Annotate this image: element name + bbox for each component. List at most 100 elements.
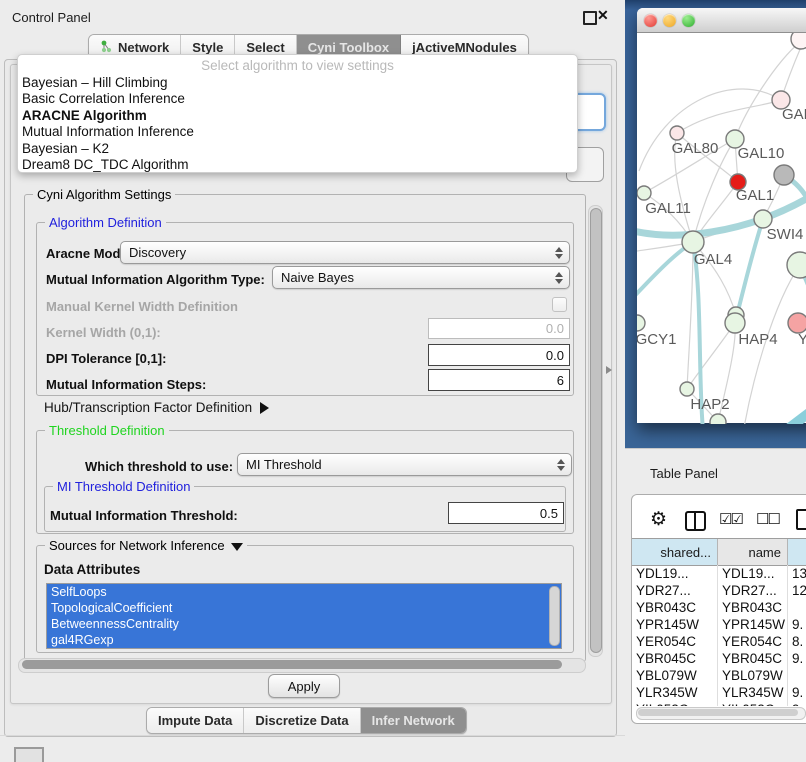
table-cell[interactable]: YBR043C	[718, 599, 788, 616]
table-row[interactable]: YDR27...YDR27...12	[632, 582, 806, 599]
table-cell[interactable]: YDL19...	[718, 565, 788, 582]
column-header-shared-name[interactable]: shared...	[632, 539, 718, 565]
network-node-gcy1[interactable]	[637, 315, 645, 331]
table-cell[interactable]: YDL19...	[632, 565, 718, 582]
table-cell[interactable]: YPR145W	[632, 616, 718, 633]
table-row[interactable]: YLR345WYLR345W9.	[632, 684, 806, 701]
table-cell[interactable]: YBR045C	[718, 650, 788, 667]
tab-impute-data[interactable]: Impute Data	[147, 708, 244, 733]
network-edge[interactable]	[677, 100, 781, 133]
dpi-tolerance-field[interactable]: 0.0	[428, 344, 570, 366]
table-cell[interactable]: 8.	[788, 633, 806, 650]
close-window-icon[interactable]	[644, 14, 657, 27]
table-cell[interactable]: YLR345W	[632, 684, 718, 701]
hub-definition-expander[interactable]: Hub/Transcription Factor Definition	[44, 400, 269, 415]
table-row[interactable]: YBL079WYBL079W	[632, 667, 806, 684]
list-item[interactable]: BetweennessCentrality	[47, 616, 561, 632]
tab-discretize-data[interactable]: Discretize Data	[244, 708, 360, 733]
table-cell[interactable]: YER054C	[632, 633, 718, 650]
apply-button[interactable]: Apply	[268, 674, 340, 698]
table-cell[interactable]: YDR27...	[718, 582, 788, 599]
list-item[interactable]: TopologicalCoefficient	[47, 600, 561, 616]
network-node-hap4[interactable]	[725, 313, 745, 333]
zoom-window-icon[interactable]	[682, 14, 695, 27]
table-cell[interactable]: 9.	[788, 684, 806, 701]
mi-threshold-title: MI Threshold Definition	[53, 479, 194, 494]
manual-kernel-width-checkbox[interactable]	[552, 297, 567, 312]
dropdown-item-basic-correlation[interactable]: Basic Correlation Inference	[18, 91, 577, 107]
splitter-arrow-icon[interactable]	[606, 366, 612, 374]
table-cell[interactable]	[788, 599, 806, 616]
float-panel-icon[interactable]	[583, 11, 597, 25]
dropdown-item-bayesian-k2[interactable]: Bayesian – K2	[18, 141, 577, 157]
network-node-gal80[interactable]	[670, 126, 684, 140]
document-icon[interactable]	[796, 509, 806, 530]
column-header-partial[interactable]	[788, 539, 806, 565]
tab-infer-network[interactable]: Infer Network	[361, 708, 466, 733]
dropdown-item-mutual-information[interactable]: Mutual Information Inference	[18, 124, 577, 140]
table-cell[interactable]: YBR045C	[632, 650, 718, 667]
table-cell[interactable]: YLR345W	[718, 684, 788, 701]
network-edge-highlighted[interactable]	[760, 413, 806, 424]
table-cell[interactable]: YDR27...	[632, 582, 718, 599]
table-cell[interactable]: 9.	[788, 701, 806, 706]
table-cell[interactable]: YPR145W	[718, 616, 788, 633]
kernel-width-field[interactable]: 0.0	[428, 318, 570, 339]
table-row[interactable]: YIL052CYIL052C9.	[632, 701, 806, 706]
network-node-gal11[interactable]	[637, 186, 651, 200]
network-node[interactable]	[791, 33, 806, 49]
network-node-hap2[interactable]	[680, 382, 694, 396]
close-panel-icon[interactable]: ✕	[597, 7, 609, 24]
bottom-corner-widget[interactable]	[14, 747, 44, 762]
network-node[interactable]	[710, 414, 726, 424]
table-cell[interactable]: 13	[788, 565, 806, 582]
list-scrollbar-thumb[interactable]	[549, 586, 560, 646]
table-cell[interactable]: YBR043C	[632, 599, 718, 616]
table-row[interactable]: YBR043CYBR043C	[632, 599, 806, 616]
table-row[interactable]: YBR045CYBR045C9.	[632, 650, 806, 667]
network-edge[interactable]	[735, 41, 801, 139]
table-hscrollbar-thumb[interactable]	[638, 709, 798, 716]
settings-vscrollbar-thumb[interactable]	[590, 208, 602, 653]
dropdown-item-aracne[interactable]: ARACNE Algorithm	[18, 108, 577, 124]
columns-icon[interactable]	[685, 511, 706, 531]
table-row[interactable]: YER054CYER054C8.	[632, 633, 806, 650]
mi-threshold-field[interactable]: 0.5	[448, 502, 564, 524]
gear-icon[interactable]: ⚙	[650, 508, 667, 531]
network-view-window[interactable]: GALGAL80GAL10GAL1GAL11GAL4SWI4GCY1HAP4YH…	[637, 8, 806, 423]
table-cell[interactable]: YIL052C	[632, 701, 718, 706]
which-threshold-combobox[interactable]: MI Threshold	[237, 453, 572, 476]
select-all-icon[interactable]: ☑☑	[719, 510, 742, 528]
node-label: GAL10	[738, 145, 785, 162]
deselect-all-icon[interactable]: ☐☐	[756, 510, 779, 528]
sources-title[interactable]: Sources for Network Inference	[45, 538, 247, 553]
table-cell[interactable]: 9.	[788, 616, 806, 633]
aracne-mode-combobox[interactable]: Discovery	[120, 241, 570, 264]
network-edge[interactable]	[687, 242, 693, 389]
mi-steps-field[interactable]: 6	[428, 369, 570, 391]
network-window-titlebar[interactable]	[637, 8, 806, 33]
network-edge-highlighted[interactable]	[637, 242, 693, 306]
column-header-name[interactable]: name	[718, 539, 788, 565]
table-cell[interactable]: 12	[788, 582, 806, 599]
network-node-gal4[interactable]	[682, 231, 704, 253]
table-cell[interactable]: YIL052C	[718, 701, 788, 706]
network-node-swi4[interactable]	[787, 252, 806, 278]
table-cell[interactable]: YBL079W	[632, 667, 718, 684]
table-cell[interactable]: YBL079W	[718, 667, 788, 684]
settings-hscrollbar-thumb[interactable]	[22, 660, 562, 669]
table-cell[interactable]	[788, 667, 806, 684]
table-cell[interactable]: YER054C	[718, 633, 788, 650]
table-row[interactable]: YDL19...YDL19...13	[632, 565, 806, 582]
list-item[interactable]: SelfLoops	[47, 584, 561, 600]
table-cell[interactable]: 9.	[788, 650, 806, 667]
network-canvas[interactable]: GALGAL80GAL10GAL1GAL11GAL4SWI4GCY1HAP4YH…	[637, 33, 806, 424]
list-item[interactable]: gal4RGexp	[47, 632, 561, 648]
network-node-y[interactable]	[788, 313, 806, 333]
mi-algorithm-type-combobox[interactable]: Naive Bayes	[272, 266, 570, 289]
dropdown-item-dream8[interactable]: Dream8 DC_TDC Algorithm	[18, 157, 577, 173]
network-node[interactable]	[774, 165, 794, 185]
table-row[interactable]: YPR145WYPR145W9.	[632, 616, 806, 633]
dropdown-item-bayesian-hill-climbing[interactable]: Bayesian – Hill Climbing	[18, 75, 577, 91]
minimize-window-icon[interactable]	[663, 14, 676, 27]
